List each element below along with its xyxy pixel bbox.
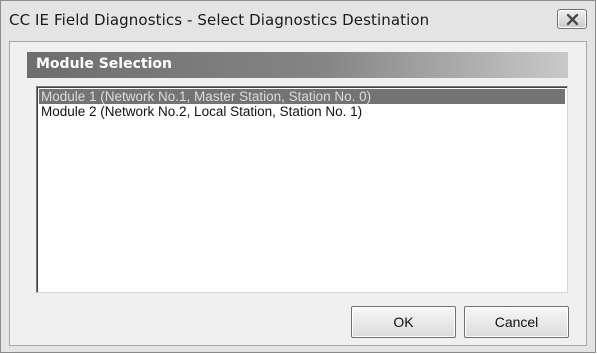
close-icon [566, 14, 579, 25]
title-bar[interactable]: CC IE Field Diagnostics - Select Diagnos… [1, 1, 595, 41]
section-title: Module Selection [36, 56, 172, 72]
module-listbox[interactable]: Module 1 (Network No.1, Master Station, … [36, 86, 568, 293]
list-item-module-2[interactable]: Module 2 (Network No.2, Local Station, S… [39, 104, 565, 119]
ok-button[interactable]: OK [351, 306, 456, 338]
cancel-button[interactable]: Cancel [464, 306, 569, 338]
close-button[interactable] [557, 9, 587, 29]
list-item-module-1[interactable]: Module 1 (Network No.1, Master Station, … [39, 89, 565, 104]
window-title: CC IE Field Diagnostics - Select Diagnos… [9, 11, 430, 29]
dialog-window: CC IE Field Diagnostics - Select Diagnos… [0, 0, 596, 353]
module-selection-header: Module Selection [27, 52, 568, 78]
